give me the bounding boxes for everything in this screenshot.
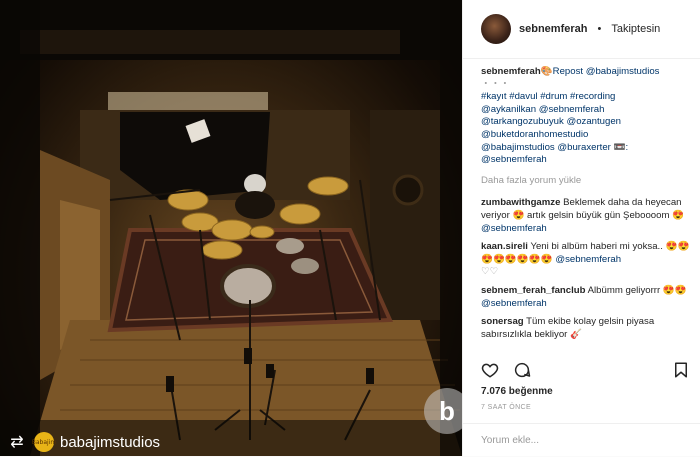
comments-section: sebnemferah🎨Repost @babajimstudios ・・・ #… xyxy=(481,66,694,356)
repost-handle: babajimstudios xyxy=(60,433,161,451)
comment-item: sebnem_ferah_fanclub Albümm geliyorrr 😍😍… xyxy=(481,285,694,310)
comment-text: Albümm geliyorrr 😍😍 xyxy=(587,284,687,296)
caption-emoji: 🎨 xyxy=(540,66,553,77)
comment-username[interactable]: sonersag xyxy=(481,316,524,327)
repost-avatar-text: Babajim xyxy=(31,438,57,446)
caption-line[interactable]: @sebnemferah xyxy=(481,154,547,165)
watermark-text: b xyxy=(439,395,455,426)
drum-studio-image xyxy=(0,0,462,456)
caption-line[interactable]: #kayıt #davul #drum #recording xyxy=(481,91,615,102)
post-sidebar: sebnemferah • Takiptesin sebnemferah🎨Rep… xyxy=(462,0,700,456)
bookmark-icon[interactable] xyxy=(672,361,690,379)
comment-icon[interactable] xyxy=(513,361,531,379)
header-username[interactable]: sebnemferah xyxy=(519,23,587,35)
caption-line[interactable]: @tarkangozubuyuk @ozantugen xyxy=(481,116,621,127)
follow-status[interactable]: Takiptesin xyxy=(611,23,660,35)
comment-mention[interactable]: @sebnemferah xyxy=(555,254,621,265)
comment-item: zumbawithgamze Beklemek daha da heyecan … xyxy=(481,197,694,235)
heart-icon[interactable] xyxy=(481,361,499,379)
repost-avatar: Babajim xyxy=(31,432,57,452)
comment-username[interactable]: kaan.sireli xyxy=(481,241,528,252)
caption-line[interactable]: @babajimstudios @buraxerter 📼: xyxy=(481,142,628,153)
caption: sebnemferah🎨Repost @babajimstudios ・・・ #… xyxy=(481,66,694,167)
action-bar xyxy=(481,360,690,380)
post-header: sebnemferah • Takiptesin xyxy=(463,0,700,59)
add-comment-input[interactable]: Yorum ekle... xyxy=(463,423,700,457)
comment-extra: ♡♡ xyxy=(481,266,499,278)
caption-line[interactable]: @buketdoranhomestudio xyxy=(481,129,588,140)
likes-count[interactable]: 7.076 beğenme xyxy=(481,386,553,397)
caption-repost-link[interactable]: Repost @babajimstudios xyxy=(553,66,660,77)
user-avatar[interactable] xyxy=(481,14,511,44)
comment-item: sonersag Tüm ekibe kolay gelsin piyasa s… xyxy=(481,316,694,341)
comment-placeholder: Yorum ekle... xyxy=(481,435,539,446)
post-timestamp: 7 SAAT ÖNCE xyxy=(481,404,532,411)
caption-username[interactable]: sebnemferah xyxy=(481,66,541,77)
header-separator: • xyxy=(597,23,602,35)
comment-mention[interactable]: @sebnemferah xyxy=(481,298,547,309)
repost-bar: ⇄ Babajim babajimstudios xyxy=(0,428,462,456)
caption-line[interactable]: @aykanilkan @sebnemferah xyxy=(481,104,604,115)
comment-mention[interactable]: @sebnemferah xyxy=(481,223,547,234)
comment-username[interactable]: sebnem_ferah_fanclub xyxy=(481,285,586,296)
caption-dots: ・・・ xyxy=(481,78,510,90)
comment-username[interactable]: zumbawithgamze xyxy=(481,197,560,208)
comment-item: kaan.sireli Yeni bi albüm haberi mi yoks… xyxy=(481,241,694,279)
load-more-comments[interactable]: Daha fazla yorum yükle xyxy=(481,175,694,188)
post-photo[interactable]: b ⇄ Babajim babajimstudios xyxy=(0,0,462,456)
repost-icon: ⇄ xyxy=(10,434,24,451)
